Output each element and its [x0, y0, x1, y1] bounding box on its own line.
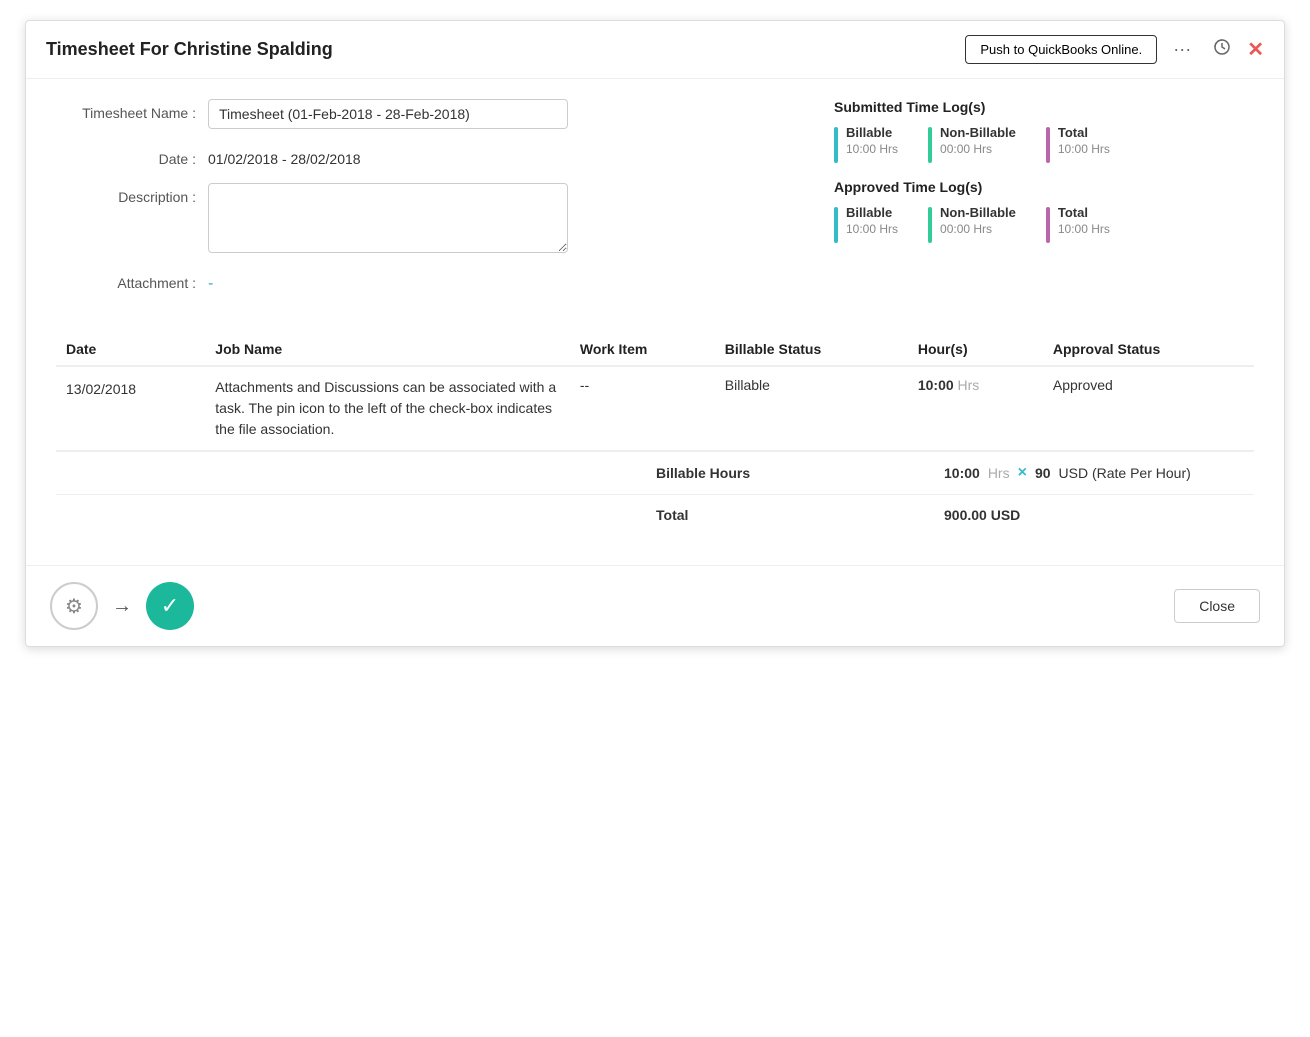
col-work-item: Work Item [570, 333, 715, 366]
approved-billable-hrs: 10:00 Hrs [846, 222, 898, 236]
quickbooks-button[interactable]: Push to QuickBooks Online. [965, 35, 1157, 64]
col-job: Job Name [205, 333, 570, 366]
submitted-total-hrs: 10:00 Hrs [1058, 142, 1110, 156]
more-options-button[interactable]: ··· [1167, 37, 1197, 62]
date-value: 01/02/2018 - 28/02/2018 [208, 145, 361, 167]
date-label: Date : [56, 145, 196, 167]
table-row: 13/02/2018 Attachments and Discussions c… [56, 366, 1254, 451]
workflow-icons: ⚙ → ✓ [50, 582, 194, 630]
col-approval-status: Approval Status [1043, 333, 1254, 366]
cell-job: Attachments and Discussions can be assoc… [205, 366, 570, 451]
approved-nonbillable-hrs: 00:00 Hrs [940, 222, 1016, 236]
submitted-logs-title: Submitted Time Log(s) [834, 99, 1254, 115]
attachment-label: Attachment : [56, 269, 196, 291]
close-button[interactable]: Close [1174, 589, 1260, 623]
attachment-value: - [208, 269, 213, 293]
cell-date: 13/02/2018 [56, 366, 205, 451]
description-label: Description : [56, 183, 196, 205]
timesheet-name-input[interactable] [208, 99, 568, 129]
submitted-billable-hrs: 10:00 Hrs [846, 142, 898, 156]
rate-label: USD (Rate Per Hour) [1059, 465, 1191, 481]
approved-logs-title: Approved Time Log(s) [834, 179, 1254, 195]
submitted-nonbillable-hrs: 00:00 Hrs [940, 142, 1016, 156]
gear-button[interactable]: ⚙ [50, 582, 98, 630]
submitted-total-label: Total [1058, 125, 1110, 140]
history-button[interactable] [1207, 36, 1237, 63]
timesheet-table: Date Job Name Work Item Billable Status … [56, 333, 1254, 451]
cell-hours: 10:00 Hrs [908, 366, 1043, 451]
description-input[interactable] [208, 183, 568, 253]
billable-hours-unit: Hrs [988, 465, 1010, 481]
cell-approval: Approved [1043, 366, 1254, 451]
col-hours: Hour(s) [908, 333, 1043, 366]
cell-work-item: -- [570, 366, 715, 451]
submitted-billable-label: Billable [846, 125, 898, 140]
rate-value: 90 [1035, 465, 1051, 481]
approved-billable-label: Billable [846, 205, 898, 220]
modal-title: Timesheet For Christine Spalding [46, 39, 333, 60]
col-date: Date [56, 333, 205, 366]
multiply-icon: × [1018, 464, 1027, 482]
approved-total-hrs: 10:00 Hrs [1058, 222, 1110, 236]
total-label: Total [656, 507, 688, 523]
gear-icon: ⚙ [65, 594, 83, 619]
col-billable-status: Billable Status [715, 333, 908, 366]
cell-billable-status: Billable [715, 366, 908, 451]
approved-nonbillable-label: Non-Billable [940, 205, 1016, 220]
billable-hours-label: Billable Hours [656, 465, 750, 481]
check-icon: ✓ [161, 593, 179, 619]
close-x-button[interactable]: ✕ [1247, 37, 1264, 62]
arrow-icon: → [112, 595, 132, 618]
approved-total-label: Total [1058, 205, 1110, 220]
timesheet-name-label: Timesheet Name : [56, 99, 196, 121]
total-value: 900.00 USD [944, 507, 1020, 523]
submitted-nonbillable-label: Non-Billable [940, 125, 1016, 140]
approve-button[interactable]: ✓ [146, 582, 194, 630]
billable-hours-value: 10:00 [944, 465, 980, 481]
